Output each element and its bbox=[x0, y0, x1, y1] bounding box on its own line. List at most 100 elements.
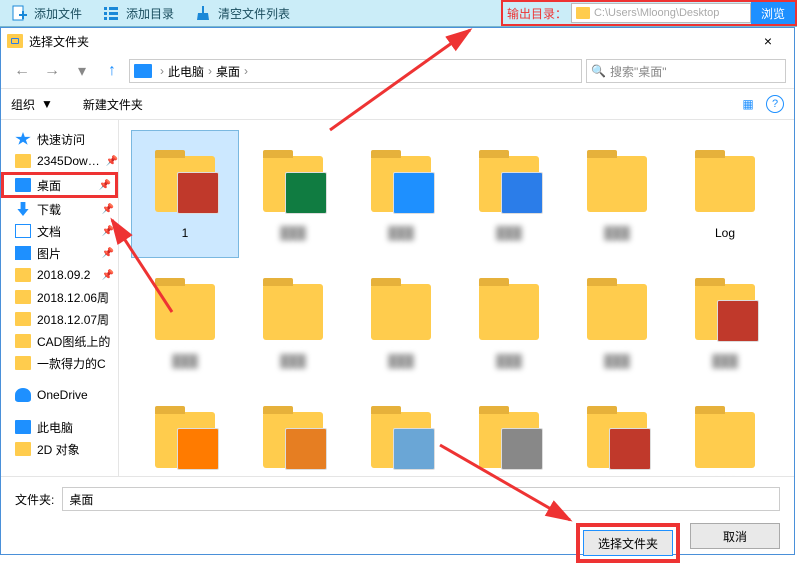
sidebar-item-label: 2345Dow… bbox=[37, 154, 100, 168]
output-dir-path[interactable]: C:\Users\Mloong\Desktop bbox=[571, 3, 751, 23]
folder-item[interactable]: ███ bbox=[563, 130, 671, 258]
pc-icon bbox=[15, 420, 31, 434]
address-bar[interactable]: › 此电脑 › 桌面 › bbox=[129, 59, 582, 83]
sidebar-item-label: 文档 bbox=[37, 223, 61, 240]
dialog-title: 选择文件夹 bbox=[29, 33, 89, 50]
sidebar-item[interactable]: 下载 📌 bbox=[1, 198, 118, 220]
breadcrumb-root[interactable]: 此电脑 bbox=[168, 63, 204, 80]
img-overlay-icon bbox=[609, 428, 651, 470]
item-label: 1 bbox=[182, 226, 189, 240]
folder-icon bbox=[577, 404, 657, 476]
folder-item[interactable]: ███ bbox=[455, 130, 563, 258]
item-label: Log bbox=[715, 226, 735, 240]
sidebar-item[interactable]: 2018.12.06周 bbox=[1, 286, 118, 308]
help-button[interactable]: ? bbox=[766, 95, 784, 113]
folder-icon bbox=[685, 404, 765, 476]
breadcrumb-current[interactable]: 桌面 bbox=[216, 63, 240, 80]
sidebar-item[interactable]: 2018.12.07周 bbox=[1, 308, 118, 330]
folder-item[interactable]: ███ bbox=[347, 258, 455, 386]
sidebar-item[interactable]: 2D 对象 bbox=[1, 438, 118, 460]
dialog-footer: 文件夹: 选择文件夹 取消 bbox=[1, 476, 794, 554]
folder-field[interactable] bbox=[62, 487, 780, 511]
sidebar-item[interactable]: OneDrive bbox=[1, 384, 118, 406]
dialog-icon bbox=[7, 34, 23, 48]
sidebar-item-label: 下载 bbox=[37, 201, 61, 218]
folder-item[interactable]: Temp bbox=[455, 386, 563, 476]
folder-item[interactable]: 1 bbox=[131, 130, 239, 258]
sidebar-item-label: OneDrive bbox=[37, 388, 88, 402]
search-icon: 🔍 bbox=[591, 64, 606, 78]
item-label: ███ bbox=[496, 354, 522, 368]
sidebar-item[interactable]: 文档📌 bbox=[1, 220, 118, 242]
browse-button[interactable]: 浏览 bbox=[751, 2, 795, 24]
folder-icon bbox=[253, 404, 333, 476]
folder-icon bbox=[15, 268, 31, 282]
cad-overlay-icon bbox=[393, 172, 435, 214]
folder-icon bbox=[361, 404, 441, 476]
sidebar-item[interactable]: 一款得力的C bbox=[1, 352, 118, 374]
folder-item[interactable]: Mozilla Firefox bbox=[131, 386, 239, 476]
doc-overlay-icon bbox=[501, 172, 543, 214]
folder-item[interactable]: ███ bbox=[671, 258, 779, 386]
folder-icon bbox=[145, 148, 225, 220]
clear-list-button[interactable]: 清空文件列表 bbox=[184, 0, 300, 26]
sidebar-item-label: CAD图纸上的 bbox=[37, 333, 110, 350]
add-file-button[interactable]: 添加文件 bbox=[0, 0, 92, 26]
star-icon bbox=[15, 132, 31, 146]
folder-item[interactable]: ProfResult bbox=[239, 386, 347, 476]
folder-icon bbox=[15, 356, 31, 370]
cancel-button[interactable]: 取消 bbox=[690, 523, 780, 549]
ff-overlay-icon bbox=[177, 428, 219, 470]
folder-item[interactable]: Log bbox=[671, 130, 779, 258]
search-input[interactable]: 🔍 搜索"桌面" bbox=[586, 59, 786, 83]
sidebar-item[interactable]: 图片📌 bbox=[1, 242, 118, 264]
file-overlay-icon bbox=[393, 428, 435, 470]
folder-icon bbox=[469, 404, 549, 476]
folder-icon bbox=[685, 148, 765, 220]
folder-item[interactable]: ███ bbox=[455, 258, 563, 386]
cloud-icon bbox=[15, 388, 31, 402]
add-dir-label: 添加目录 bbox=[126, 5, 174, 22]
organize-button[interactable]: 组织 bbox=[11, 96, 35, 113]
sidebar-item[interactable]: 此电脑 bbox=[1, 416, 118, 438]
folder-item[interactable]: ███ bbox=[347, 130, 455, 258]
titlebar: 选择文件夹 × bbox=[1, 28, 794, 54]
up-button[interactable]: ↑ bbox=[99, 58, 125, 84]
sidebar-item[interactable]: 2345Dow…📌 bbox=[1, 150, 118, 172]
add-file-label: 添加文件 bbox=[34, 5, 82, 22]
sidebar-item-label: 快速访问 bbox=[37, 131, 85, 148]
folder-icon bbox=[15, 312, 31, 326]
pc-icon bbox=[134, 64, 152, 78]
pin-icon: 📌 bbox=[102, 204, 114, 215]
content-area[interactable]: 1████████████Log██████████████████Mozill… bbox=[119, 120, 794, 476]
sidebar-item[interactable]: CAD图纸上的 bbox=[1, 330, 118, 352]
folder-item[interactable]: ███ bbox=[239, 258, 347, 386]
sidebar-item-label: 桌面 bbox=[37, 177, 61, 194]
sidebar-item[interactable]: 桌面📌 bbox=[1, 172, 118, 198]
sidebar-item-label: 2018.12.07周 bbox=[37, 311, 109, 328]
folder-item[interactable]: ███ bbox=[563, 258, 671, 386]
folder-item[interactable]: ███ bbox=[671, 386, 779, 476]
forward-button[interactable]: → bbox=[39, 58, 65, 84]
select-folder-button[interactable]: 选择文件夹 bbox=[583, 530, 673, 556]
img-overlay-icon bbox=[177, 172, 219, 214]
folder-item[interactable]: ███ bbox=[131, 258, 239, 386]
item-label: ███ bbox=[280, 226, 306, 240]
close-button[interactable]: × bbox=[748, 33, 788, 49]
img-overlay-icon bbox=[717, 300, 759, 342]
app-toolbar: 添加文件 添加目录 清空文件列表 输出目录： C:\Users\Mloong\D… bbox=[0, 0, 797, 27]
add-file-icon bbox=[10, 4, 28, 22]
folder-icon bbox=[577, 276, 657, 348]
back-button[interactable]: ← bbox=[9, 58, 35, 84]
sidebar-item[interactable]: 快速访问 bbox=[1, 128, 118, 150]
add-dir-button[interactable]: 添加目录 bbox=[92, 0, 184, 26]
sidebar-item[interactable]: 2018.09.2📌 bbox=[1, 264, 118, 286]
folder-item[interactable]: ███ bbox=[239, 130, 347, 258]
view-button[interactable]: ▦ bbox=[736, 92, 760, 116]
sidebar-item-label: 2018.09.2 bbox=[37, 268, 90, 282]
folder-item[interactable]: tencent bbox=[563, 386, 671, 476]
folder-item[interactable]: QQMusicLyric bbox=[347, 386, 455, 476]
newfolder-button[interactable]: 新建文件夹 bbox=[83, 96, 143, 113]
recent-button[interactable]: ▾ bbox=[69, 58, 95, 84]
folder-icon bbox=[361, 148, 441, 220]
